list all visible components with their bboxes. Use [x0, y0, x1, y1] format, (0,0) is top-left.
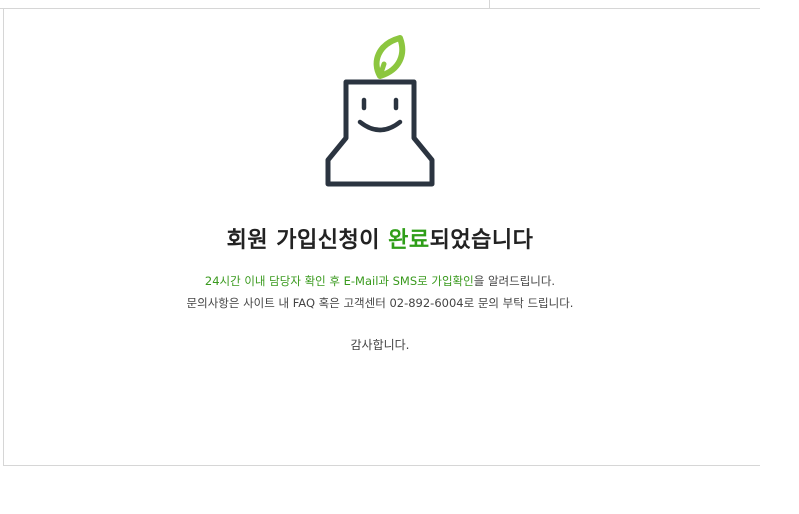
- page-title: 회원 가입신청이 완료되었습니다: [0, 222, 760, 254]
- title-highlight: 완료: [388, 228, 430, 253]
- title-suffix: 되었습니다: [429, 228, 534, 253]
- notice-line-1-suffix: 을 알려드립니다.: [473, 274, 556, 288]
- notice-line-1-green: 24시간 이내 담당자 확인 후 E-Mail과 SMS로 가입확인: [204, 274, 474, 288]
- notice-line-2: 문의사항은 사이트 내 FAQ 혹은 고객센터 02-892-6004로 문의 …: [186, 296, 574, 310]
- pot-body: [325, 79, 435, 187]
- signup-complete-page: 회원 가입신청이 완료되었습니다 24시간 이내 담당자 확인 후 E-Mail…: [0, 0, 799, 514]
- title-prefix: 회원 가입신청이: [226, 228, 389, 253]
- notice-line-1: 24시간 이내 담당자 확인 후 E-Mail과 SMS로 가입확인을 알려드립…: [0, 273, 760, 289]
- smiling-pot-mascot-icon: [325, 35, 435, 187]
- thanks-text: 감사합니다.: [350, 338, 410, 352]
